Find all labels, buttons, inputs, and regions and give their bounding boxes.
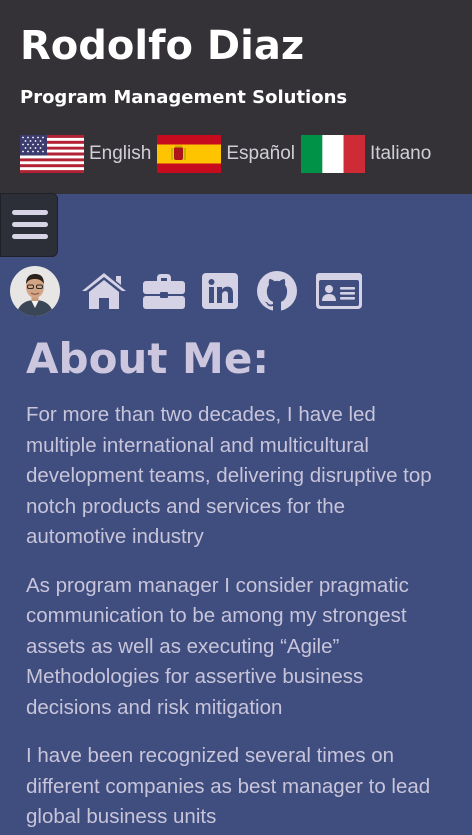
github-icon[interactable] [256,270,298,312]
hamburger-menu-bar [12,234,48,239]
avatar-image [10,266,60,316]
site-header: Rodolfo Diaz Program Management Solution… [0,0,472,194]
language-spanish[interactable]: Español [157,135,295,173]
hamburger-menu-bar [12,222,48,227]
briefcase-icon[interactable] [142,272,186,310]
language-english[interactable]: English [20,135,151,173]
about-section: About Me: For more than two decades, I h… [26,330,446,833]
about-paragraph-1: For more than two decades, I have led mu… [26,403,432,548]
avatar[interactable] [10,266,60,316]
site-title: Rodolfo Diaz [20,23,305,69]
language-label-italian: Italiano [370,143,432,164]
language-label-english: English [89,143,152,164]
about-heading: About Me: [26,334,270,383]
spain-flag-icon [157,135,222,173]
us-flag-icon [20,135,84,173]
contact-card-icon[interactable] [315,272,363,310]
about-paragraph-2: As program manager I consider pragmatic … [26,573,409,719]
about-paragraph-3: I have been recognized several times on … [26,744,431,828]
hamburger-menu-icon [12,210,48,215]
language-label-spanish: Español [226,143,295,164]
site-subtitle: Program Management Solutions [20,87,348,108]
language-italian[interactable]: Italiano [301,135,431,173]
linkedin-icon[interactable] [201,272,239,310]
home-icon[interactable] [80,271,128,311]
social-nav [10,265,363,317]
italy-flag-icon [301,135,365,173]
language-switcher: English Español Italiano [20,135,437,173]
hamburger-menu-button[interactable] [0,193,58,257]
